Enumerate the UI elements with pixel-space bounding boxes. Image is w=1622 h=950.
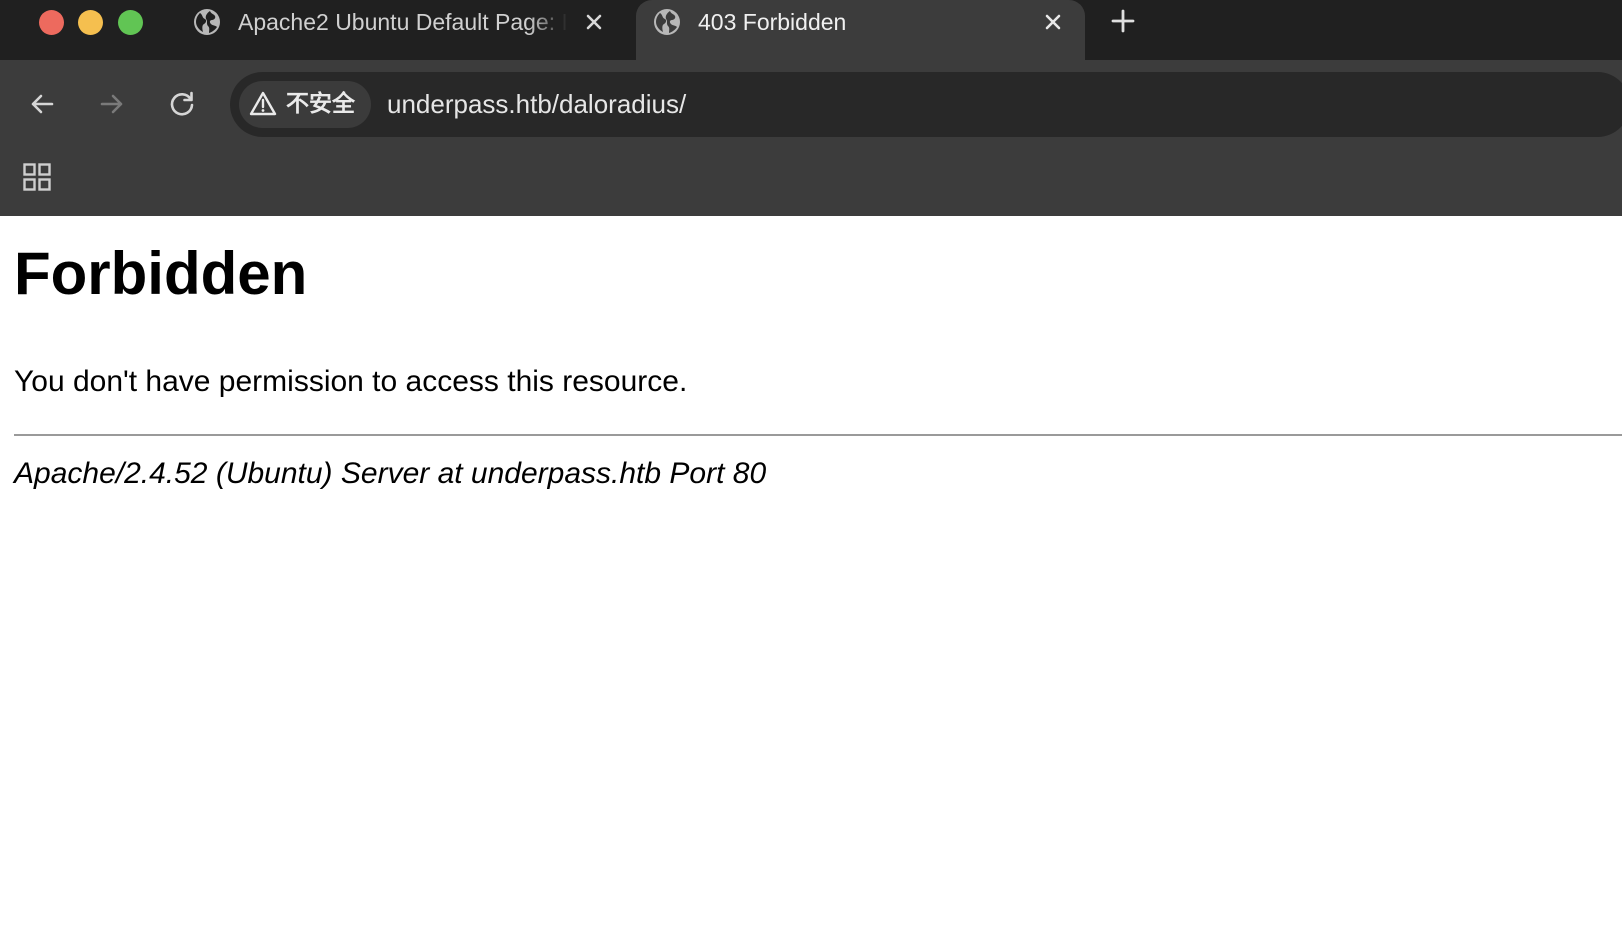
tab-apache-default[interactable]: Apache2 Ubuntu Default Page: It works xyxy=(190,0,630,60)
address-bar[interactable]: 不安全 underpass.htb/daloradius/ xyxy=(230,72,1622,137)
apps-grid-icon[interactable] xyxy=(22,162,52,192)
page-content: Forbidden You don't have permission to a… xyxy=(0,216,1622,950)
tab-strip: Apache2 Ubuntu Default Page: It works 40… xyxy=(0,0,1622,60)
divider xyxy=(14,434,1622,436)
warning-triangle-icon xyxy=(249,91,277,116)
globe-icon xyxy=(194,9,220,35)
server-signature: Apache/2.4.52 (Ubuntu) Server at underpa… xyxy=(14,457,767,490)
close-icon[interactable] xyxy=(582,10,606,34)
page-title: Forbidden xyxy=(14,240,308,307)
reload-icon[interactable] xyxy=(166,88,198,120)
browser-toolbar: 不安全 underpass.htb/daloradius/ xyxy=(0,60,1622,148)
tab-403-forbidden[interactable]: 403 Forbidden xyxy=(636,0,1085,60)
error-message: You don't have permission to access this… xyxy=(14,365,688,398)
close-icon[interactable] xyxy=(1041,10,1065,34)
window-close-button[interactable] xyxy=(39,10,64,35)
tab-title: 403 Forbidden xyxy=(698,9,847,35)
security-label: 不安全 xyxy=(286,91,355,117)
window-minimize-button[interactable] xyxy=(78,10,103,35)
security-chip[interactable]: 不安全 xyxy=(239,81,371,128)
tab-title: Apache2 Ubuntu Default Page: It works xyxy=(238,9,568,35)
new-tab-plus-icon[interactable] xyxy=(1108,6,1138,36)
window-zoom-button[interactable] xyxy=(118,10,143,35)
bookmarks-bar xyxy=(0,148,1622,216)
url-text[interactable]: underpass.htb/daloradius/ xyxy=(387,87,686,121)
arrow-left-icon[interactable] xyxy=(26,88,58,120)
arrow-right-icon[interactable] xyxy=(96,88,128,120)
globe-icon xyxy=(654,9,680,35)
